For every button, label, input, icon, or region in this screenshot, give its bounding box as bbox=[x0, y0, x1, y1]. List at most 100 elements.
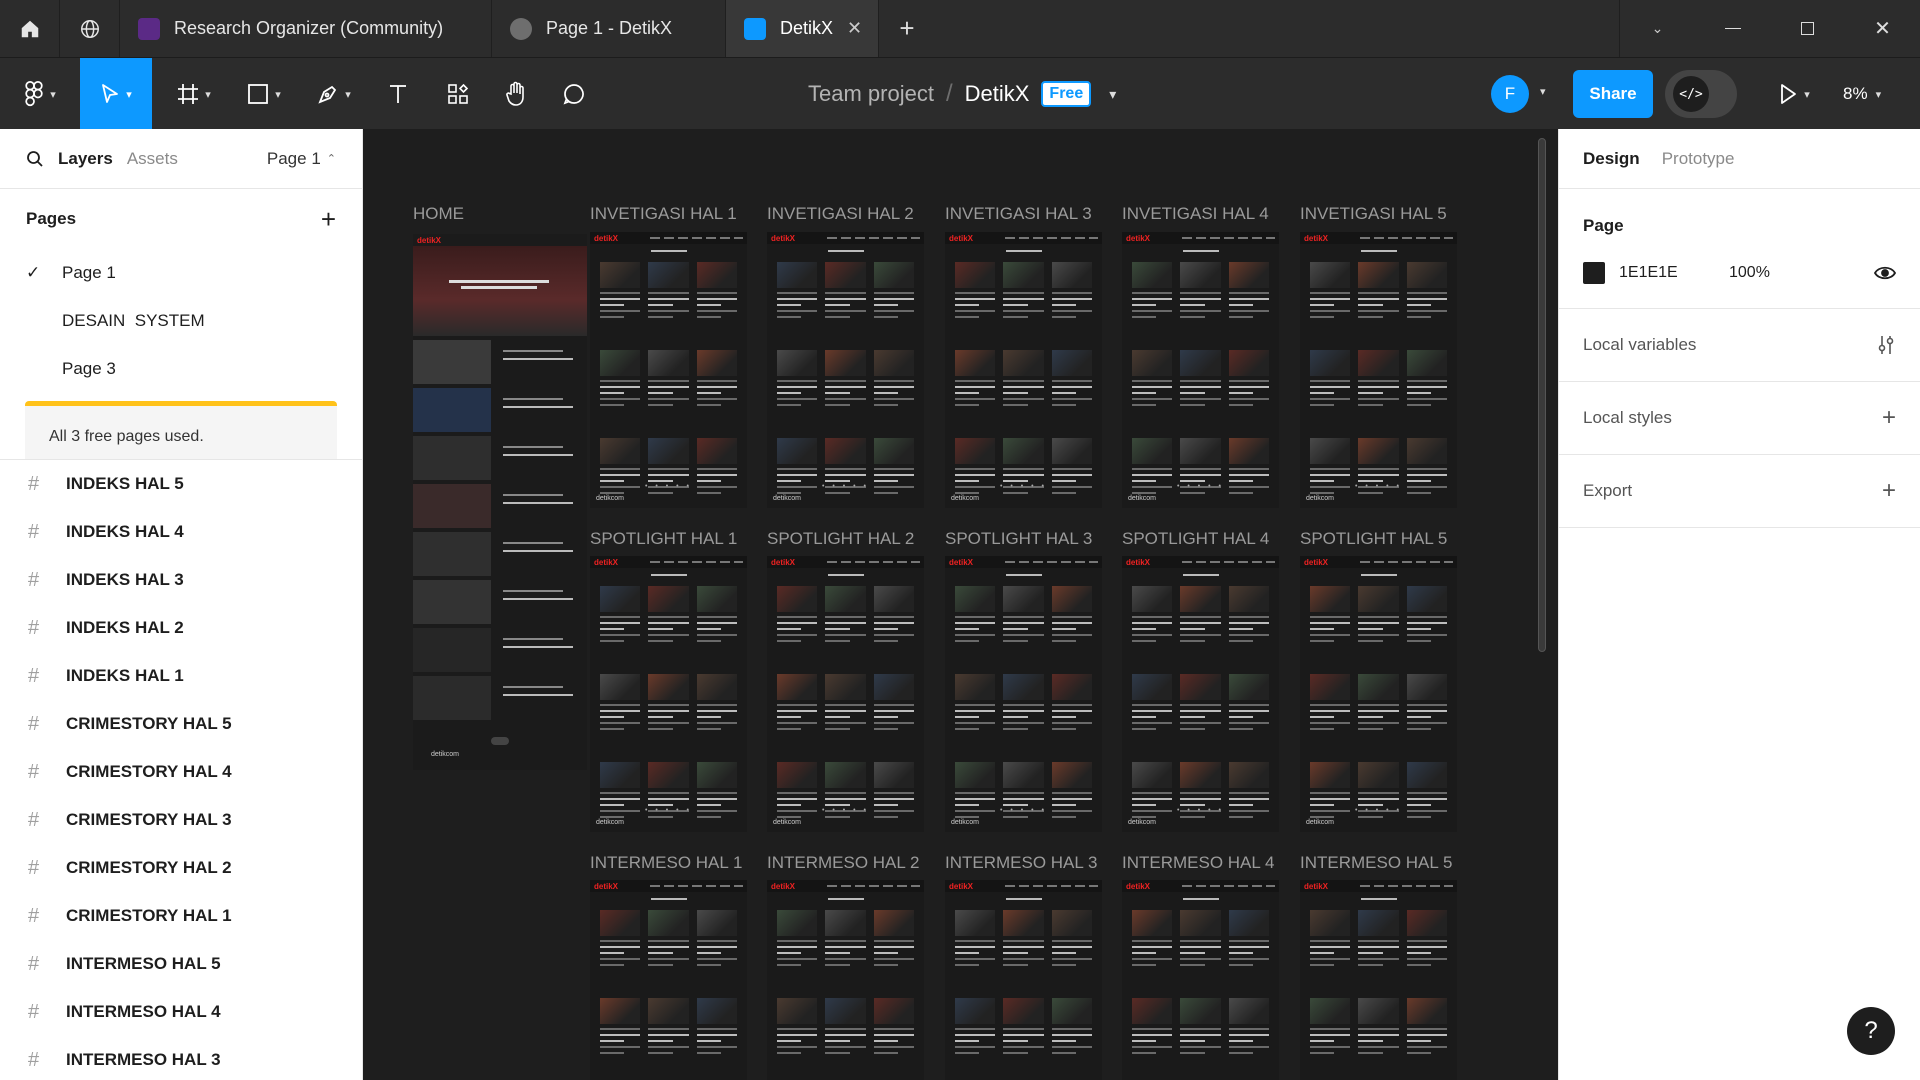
present-button[interactable]: ▾ bbox=[1766, 58, 1822, 130]
file-menu-chevron-icon[interactable]: ▾ bbox=[1109, 86, 1116, 103]
frame-label[interactable]: SPOTLIGHT HAL 3 bbox=[945, 529, 1092, 549]
new-tab-button[interactable]: + bbox=[879, 0, 935, 57]
layer-item[interactable]: # INDEKS HAL 2 bbox=[0, 604, 362, 652]
local-variables-row[interactable]: Local variables bbox=[1559, 309, 1920, 382]
frame-thumbnail[interactable]: detikX • • • • • detikcom bbox=[1300, 556, 1457, 832]
layer-item[interactable]: # INTERMESO HAL 5 bbox=[0, 940, 362, 988]
frame-label[interactable]: INVETIGASI HAL 4 bbox=[1122, 204, 1269, 224]
avatar[interactable]: F bbox=[1491, 75, 1529, 113]
frame-card bbox=[1180, 438, 1221, 508]
tabs-dropdown-button[interactable]: ⌄ bbox=[1620, 0, 1695, 57]
team-name[interactable]: Team project bbox=[808, 81, 934, 107]
tab-research-organizer[interactable]: Research Organizer (Community) bbox=[120, 0, 492, 57]
frame-label[interactable]: INTERMESO HAL 5 bbox=[1300, 853, 1452, 873]
layer-item[interactable]: # CRIMESTORY HAL 5 bbox=[0, 700, 362, 748]
frame-tool-button[interactable]: ▾ bbox=[166, 58, 222, 130]
local-styles-row[interactable]: Local styles + bbox=[1559, 382, 1920, 455]
frame-label[interactable]: INVETIGASI HAL 1 bbox=[590, 204, 737, 224]
search-icon[interactable] bbox=[26, 150, 44, 168]
frame-label[interactable]: INTERMESO HAL 2 bbox=[767, 853, 919, 873]
main-menu-button[interactable]: ▾ bbox=[12, 58, 68, 130]
frame-home[interactable]: detikX detikcom bbox=[413, 234, 587, 770]
frame-icon: # bbox=[28, 520, 40, 543]
tab-prototype[interactable]: Prototype bbox=[1662, 149, 1735, 169]
tab-assets[interactable]: Assets bbox=[127, 149, 178, 169]
layer-item[interactable]: # CRIMESTORY HAL 4 bbox=[0, 748, 362, 796]
frame-label[interactable]: SPOTLIGHT HAL 2 bbox=[767, 529, 914, 549]
home-button[interactable] bbox=[0, 0, 60, 57]
export-row[interactable]: Export + bbox=[1559, 455, 1920, 528]
layer-item[interactable]: # INTERMESO HAL 4 bbox=[0, 988, 362, 1036]
resources-tool-button[interactable] bbox=[436, 58, 480, 130]
plan-badge[interactable]: Free bbox=[1041, 81, 1092, 107]
minimize-button[interactable] bbox=[1695, 0, 1770, 57]
frame-label[interactable]: INTERMESO HAL 4 bbox=[1122, 853, 1274, 873]
multiplayer-chevron-icon[interactable]: ▾ bbox=[1540, 85, 1546, 98]
eye-icon[interactable] bbox=[1874, 265, 1896, 281]
layer-item[interactable]: # INDEKS HAL 4 bbox=[0, 508, 362, 556]
frame-label[interactable]: SPOTLIGHT HAL 1 bbox=[590, 529, 737, 549]
comment-tool-button[interactable] bbox=[552, 58, 596, 130]
share-button[interactable]: Share bbox=[1573, 70, 1653, 118]
tab-layers[interactable]: Layers bbox=[58, 149, 113, 169]
layer-item[interactable]: # INTERMESO HAL 3 bbox=[0, 1036, 362, 1080]
frame-thumbnail[interactable]: detikX • • • • • detikcom bbox=[945, 232, 1102, 508]
dev-mode-toggle[interactable]: </> bbox=[1665, 70, 1737, 118]
variables-settings-icon[interactable] bbox=[1876, 334, 1896, 356]
frame-label[interactable]: INVETIGASI HAL 2 bbox=[767, 204, 914, 224]
frame-thumbnail[interactable]: detikX bbox=[1300, 880, 1457, 1080]
tab-detikx[interactable]: DetikX ✕ bbox=[726, 0, 879, 57]
page-color-swatch[interactable] bbox=[1583, 262, 1605, 284]
page-item-desain-system[interactable]: DESAIN SYSTEM bbox=[0, 297, 362, 345]
layer-item[interactable]: # INDEKS HAL 5 bbox=[0, 460, 362, 508]
add-style-icon[interactable]: + bbox=[1882, 404, 1896, 432]
add-page-icon[interactable]: + bbox=[321, 204, 336, 235]
frame-thumbnail[interactable]: detikX bbox=[590, 880, 747, 1080]
maximize-button[interactable] bbox=[1770, 0, 1845, 57]
canvas-scrollbar[interactable] bbox=[1538, 138, 1546, 652]
frame-label[interactable]: INTERMESO HAL 3 bbox=[945, 853, 1097, 873]
frame-thumbnail[interactable]: detikX • • • • • detikcom bbox=[590, 556, 747, 832]
pen-tool-button[interactable]: ▾ bbox=[306, 58, 362, 130]
zoom-menu[interactable]: 8% ▾ bbox=[1843, 58, 1881, 130]
frame-label[interactable]: INTERMESO HAL 1 bbox=[590, 853, 742, 873]
frame-thumbnail[interactable]: detikX bbox=[945, 880, 1102, 1080]
tab-page1-detikx[interactable]: Page 1 - DetikX bbox=[492, 0, 726, 57]
page-item-page-1[interactable]: ✓ Page 1 bbox=[0, 249, 362, 297]
frame-thumbnail[interactable]: detikX • • • • • detikcom bbox=[945, 556, 1102, 832]
page-item-page-3[interactable]: Page 3 bbox=[0, 345, 362, 393]
frame-label[interactable]: INVETIGASI HAL 5 bbox=[1300, 204, 1447, 224]
frame-thumbnail[interactable]: detikX bbox=[767, 880, 924, 1080]
help-button[interactable]: ? bbox=[1847, 1007, 1895, 1055]
hand-tool-button[interactable] bbox=[494, 58, 538, 130]
community-button[interactable] bbox=[60, 0, 120, 57]
frame-thumbnail[interactable]: detikX • • • • • detikcom bbox=[767, 556, 924, 832]
tab-design[interactable]: Design bbox=[1583, 149, 1640, 169]
frame-thumbnail[interactable]: detikX • • • • • detikcom bbox=[590, 232, 747, 508]
layer-item[interactable]: # CRIMESTORY HAL 3 bbox=[0, 796, 362, 844]
add-export-icon[interactable]: + bbox=[1882, 477, 1896, 505]
move-tool-button[interactable]: ▾ bbox=[80, 58, 152, 130]
layer-item[interactable]: # INDEKS HAL 1 bbox=[0, 652, 362, 700]
frame-label-home[interactable]: HOME bbox=[413, 204, 464, 224]
page-opacity-value[interactable]: 100% bbox=[1729, 264, 1874, 282]
frame-label[interactable]: SPOTLIGHT HAL 4 bbox=[1122, 529, 1269, 549]
frame-thumbnail[interactable]: detikX • • • • • detikcom bbox=[1122, 556, 1279, 832]
frame-thumbnail[interactable]: detikX • • • • • detikcom bbox=[1122, 232, 1279, 508]
frame-thumbnail[interactable]: detikX • • • • • detikcom bbox=[767, 232, 924, 508]
frame-thumbnail[interactable]: detikX • • • • • detikcom bbox=[1300, 232, 1457, 508]
close-window-button[interactable]: ✕ bbox=[1845, 0, 1920, 57]
file-name[interactable]: DetikX bbox=[965, 81, 1030, 107]
layer-item[interactable]: # CRIMESTORY HAL 2 bbox=[0, 844, 362, 892]
shape-tool-button[interactable]: ▾ bbox=[236, 58, 292, 130]
layer-item[interactable]: # CRIMESTORY HAL 1 bbox=[0, 892, 362, 940]
frame-label[interactable]: INVETIGASI HAL 3 bbox=[945, 204, 1092, 224]
layer-item[interactable]: # INDEKS HAL 3 bbox=[0, 556, 362, 604]
page-selector[interactable]: Page 1 ⌃ bbox=[267, 149, 336, 169]
frame-thumbnail[interactable]: detikX bbox=[1122, 880, 1279, 1080]
frame-label[interactable]: SPOTLIGHT HAL 5 bbox=[1300, 529, 1447, 549]
frame-icon: # bbox=[28, 904, 40, 927]
page-color-value[interactable]: 1E1E1E bbox=[1619, 264, 1729, 282]
text-tool-button[interactable] bbox=[376, 58, 420, 130]
close-tab-icon[interactable]: ✕ bbox=[847, 18, 862, 39]
